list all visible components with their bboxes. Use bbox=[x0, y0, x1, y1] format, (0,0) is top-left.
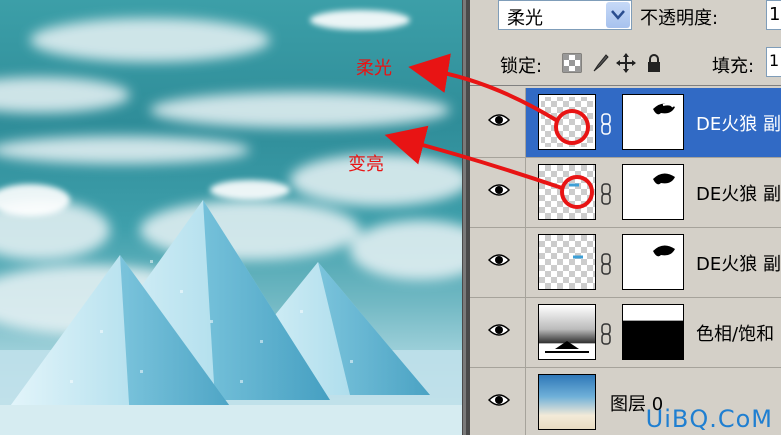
eye-icon bbox=[488, 254, 510, 266]
chain-icon[interactable] bbox=[601, 183, 611, 205]
lock-all-icon[interactable] bbox=[644, 53, 664, 73]
visibility-toggle[interactable] bbox=[470, 88, 526, 157]
layer-thumbnail bbox=[538, 234, 596, 290]
layer-mask-thumbnail bbox=[622, 94, 684, 150]
blend-mode-value: 柔光 bbox=[507, 8, 543, 29]
visibility-toggle[interactable] bbox=[470, 298, 526, 367]
lock-transparency-icon[interactable] bbox=[562, 53, 582, 73]
layer-row[interactable]: DE火狼 副 bbox=[470, 158, 781, 228]
chain-icon[interactable] bbox=[601, 323, 611, 345]
layer-thumbnail bbox=[538, 94, 596, 150]
eye-icon bbox=[488, 184, 510, 196]
lock-paint-icon[interactable] bbox=[590, 53, 610, 73]
visibility-toggle[interactable] bbox=[470, 368, 526, 435]
eye-icon bbox=[488, 324, 510, 336]
layer-name: DE火狼 副 bbox=[696, 114, 781, 135]
chain-icon[interactable] bbox=[601, 113, 611, 135]
watermark-text: UiBQ.CoM bbox=[645, 405, 773, 433]
panel-divider bbox=[462, 0, 470, 435]
visibility-toggle[interactable] bbox=[470, 158, 526, 227]
layer-row[interactable]: 色相/饱和 bbox=[470, 298, 781, 368]
eye-icon bbox=[488, 394, 510, 406]
adjustment-thumbnail bbox=[538, 304, 596, 360]
fill-value: 1 bbox=[769, 51, 780, 70]
layer-mask-thumbnail bbox=[622, 304, 684, 360]
annotation-lighten: 变亮 bbox=[348, 154, 384, 175]
pyramids-image bbox=[0, 10, 462, 435]
fill-label: 填充: bbox=[712, 56, 755, 77]
lock-label: 锁定: bbox=[500, 56, 543, 77]
opacity-label: 不透明度: bbox=[640, 8, 719, 29]
layer-name: DE火狼 副 bbox=[696, 184, 781, 205]
layer-name: 色相/饱和 bbox=[696, 324, 775, 345]
layer-row[interactable]: DE火狼 副 bbox=[470, 88, 781, 158]
blend-mode-select[interactable]: 柔光 bbox=[498, 0, 632, 30]
layers-panel: 柔光 不透明度: 1 锁定: 填充: 1 DE火狼 副 DE火狼 副 DE火狼 … bbox=[470, 0, 781, 435]
layer-mask-thumbnail bbox=[622, 164, 684, 220]
chain-icon[interactable] bbox=[601, 253, 611, 275]
annotation-soft-light: 柔光 bbox=[356, 58, 392, 79]
layer-mask-thumbnail bbox=[622, 234, 684, 290]
layer-thumbnail bbox=[538, 374, 596, 430]
layer-row[interactable]: DE火狼 副 bbox=[470, 228, 781, 298]
dropdown-arrow-icon[interactable] bbox=[606, 2, 630, 28]
panel-separator bbox=[470, 85, 781, 86]
opacity-input[interactable]: 1 bbox=[766, 0, 781, 30]
lock-move-icon[interactable] bbox=[616, 53, 636, 73]
blend-toolbar: 柔光 不透明度: 1 bbox=[470, 0, 781, 44]
layer-thumbnail bbox=[538, 164, 596, 220]
layer-name: DE火狼 副 bbox=[696, 254, 781, 275]
eye-icon bbox=[488, 114, 510, 126]
fill-input[interactable]: 1 bbox=[766, 47, 781, 77]
visibility-toggle[interactable] bbox=[470, 228, 526, 297]
opacity-value: 1 bbox=[769, 4, 781, 25]
document-canvas[interactable] bbox=[0, 0, 462, 435]
